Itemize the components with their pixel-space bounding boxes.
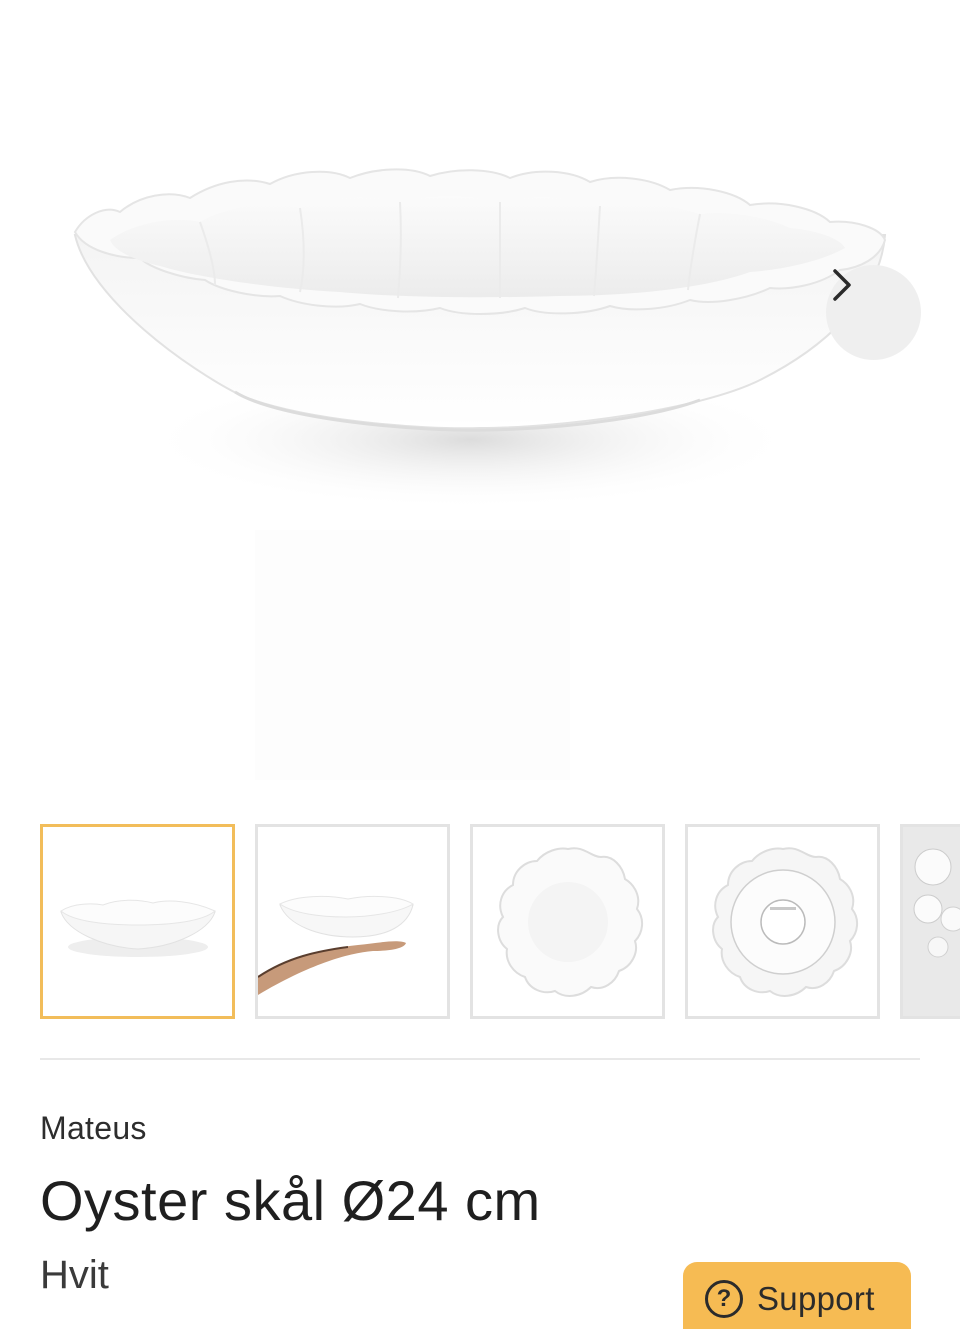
divider xyxy=(40,1058,920,1060)
thumbnail-strip[interactable] xyxy=(40,824,960,1020)
question-circle-icon: ? xyxy=(705,1280,743,1318)
next-image-button[interactable] xyxy=(826,265,921,360)
product-main-image[interactable] xyxy=(0,0,960,800)
thumbnail-1[interactable] xyxy=(40,824,235,1019)
support-button[interactable]: ? Support xyxy=(683,1262,911,1329)
chevron-right-icon xyxy=(833,269,851,301)
product-color: Hvit xyxy=(40,1253,109,1297)
thumbnail-5[interactable] xyxy=(900,824,960,1019)
thumbnail-4[interactable] xyxy=(685,824,880,1019)
support-label: Support xyxy=(757,1280,875,1317)
thumbnail-2[interactable] xyxy=(255,824,450,1019)
thumbnail-3[interactable] xyxy=(470,824,665,1019)
product-brand[interactable]: Mateus xyxy=(40,1110,147,1147)
product-title: Oyster skål Ø24 cm xyxy=(40,1169,541,1232)
